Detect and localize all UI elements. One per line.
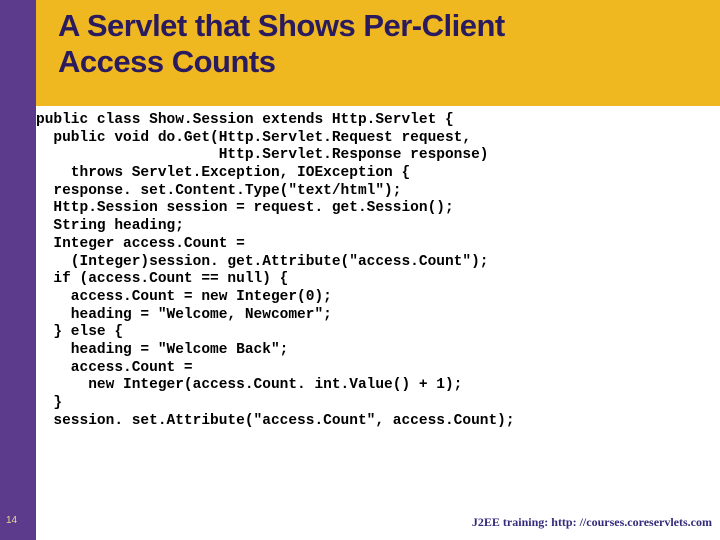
- footer: J2EE training: http: //courses.coreservl…: [472, 515, 712, 530]
- slide-title: A Servlet that Shows Per-Client Access C…: [58, 8, 720, 79]
- page-number: 14: [6, 515, 17, 526]
- code-block: public class Show.Session extends Http.S…: [36, 112, 710, 430]
- title-line-2: Access Counts: [58, 44, 275, 79]
- title-line-1: A Servlet that Shows Per-Client: [58, 8, 505, 43]
- footer-label: J2EE training:: [472, 515, 551, 529]
- slide-header: A Servlet that Shows Per-Client Access C…: [36, 0, 720, 106]
- sidebar-accent: [0, 0, 36, 540]
- footer-url: http: //courses.coreservlets.com: [551, 515, 712, 529]
- slide-content: public class Show.Session extends Http.S…: [36, 112, 710, 500]
